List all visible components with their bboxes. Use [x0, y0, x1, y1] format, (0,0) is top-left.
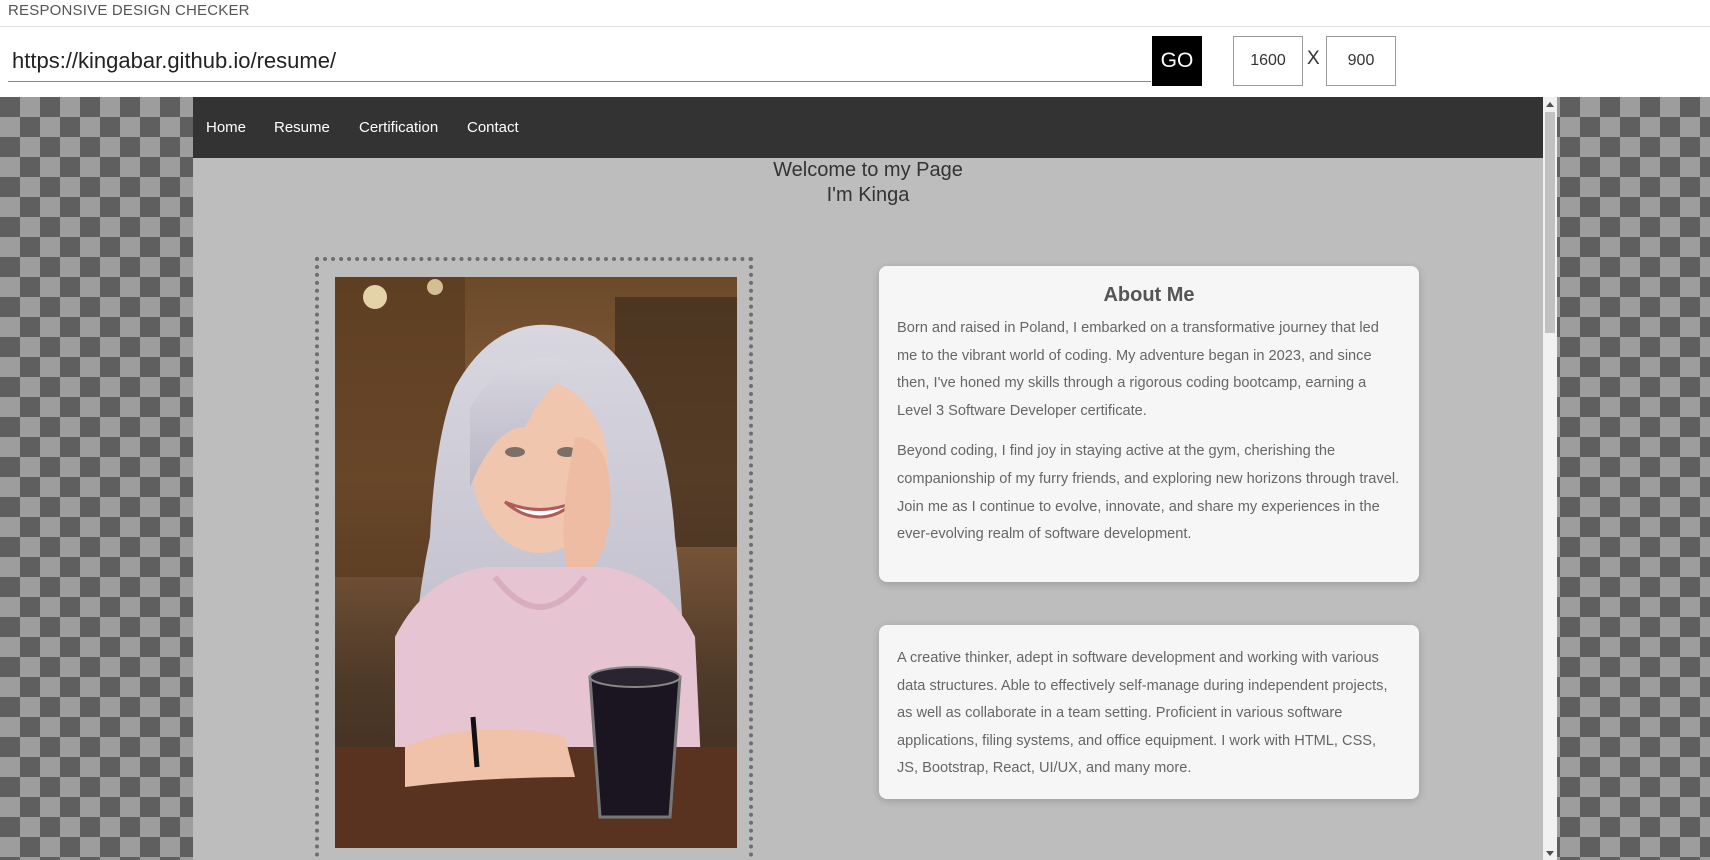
url-input[interactable] — [8, 40, 1151, 82]
about-paragraph-1: Born and raised in Poland, I embarked on… — [897, 320, 1379, 419]
site-navbar: Home Resume Certification Contact — [193, 97, 1543, 158]
nav-certification-link[interactable]: Certification — [359, 97, 438, 158]
about-paragraph-2: Beyond coding, I find joy in staying act… — [897, 443, 1400, 543]
dimension-separator: X — [1307, 48, 1320, 69]
welcome-subheading: I'm Kinga — [826, 184, 910, 206]
about-card: About Me Born and raised in Poland, I em… — [879, 266, 1419, 582]
profile-photo-illustration — [335, 277, 737, 848]
width-input[interactable] — [1233, 36, 1303, 86]
app-title: RESPONSIVE DESIGN CHECKER — [8, 2, 250, 19]
scroll-up-arrow-icon[interactable] — [1546, 102, 1554, 107]
about-title: About Me — [1103, 284, 1195, 306]
summary-card: A creative thinker, adept in software de… — [879, 625, 1419, 799]
preview-scrollbar[interactable] — [1543, 97, 1557, 860]
scrollbar-thumb[interactable] — [1545, 112, 1555, 333]
scroll-down-arrow-icon[interactable] — [1546, 851, 1554, 856]
profile-photo — [335, 277, 737, 848]
site-preview-frame: Home Resume Certification Contact Welcom… — [193, 97, 1557, 860]
site-content: Home Resume Certification Contact Welcom… — [193, 97, 1543, 860]
welcome-heading: Welcome to my Page — [773, 159, 963, 181]
nav-contact-link[interactable]: Contact — [467, 97, 519, 158]
preview-checkerboard: Home Resume Certification Contact Welcom… — [0, 97, 1710, 860]
header-divider — [0, 26, 1710, 27]
profile-photo-frame — [315, 257, 753, 860]
nav-home-link[interactable]: Home — [206, 97, 246, 158]
nav-resume-link[interactable]: Resume — [274, 97, 330, 158]
summary-paragraph: A creative thinker, adept in software de… — [897, 650, 1388, 777]
go-button[interactable]: GO — [1152, 36, 1202, 86]
height-input[interactable] — [1326, 36, 1396, 86]
